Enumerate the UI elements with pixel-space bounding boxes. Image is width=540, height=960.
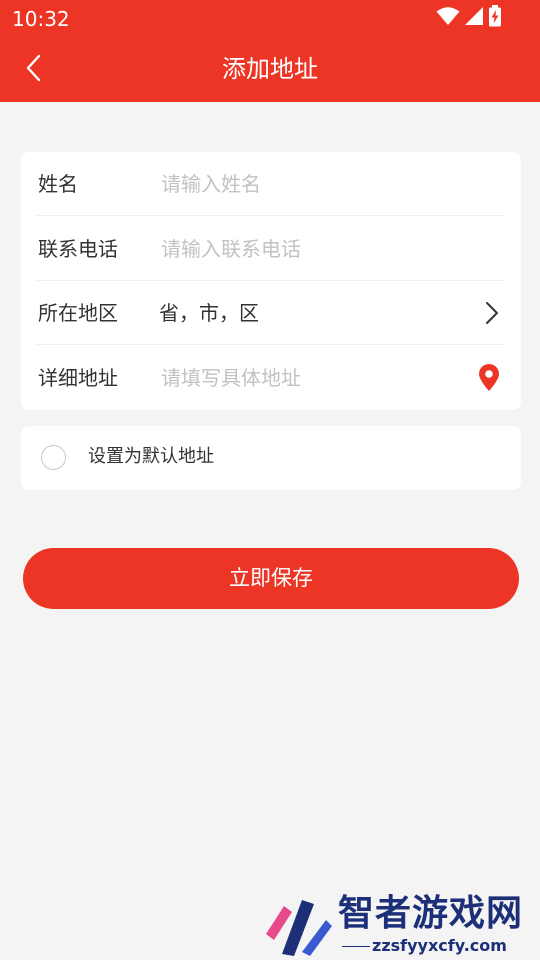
status-time: 10:32 [12,7,70,31]
name-label: 姓名 [38,172,78,196]
phone-row: 联系电话 [21,217,521,281]
name-row: 姓名 [21,152,521,216]
divider [37,215,505,216]
region-row[interactable]: 所在地区 省，市，区 [21,281,521,345]
detail-address-input[interactable] [161,360,451,396]
name-input[interactable] [161,166,461,202]
default-address-radio[interactable] [41,445,66,470]
chevron-right-icon[interactable] [479,301,503,325]
top-bar: 10:32 添加地址 [0,0,540,102]
battery-charging-icon [488,5,502,31]
watermark: 智者游戏网 zzsfyyxcfy.com [262,892,540,960]
region-label: 所在地区 [38,301,118,325]
default-address-toggle[interactable]: 设置为默认地址 [21,426,521,490]
cellular-signal-icon [464,6,484,30]
phone-label: 联系电话 [38,237,118,261]
address-form-card: 姓名 联系电话 所在地区 省，市，区 详细地址 [21,152,521,410]
wifi-icon [436,6,460,30]
status-icons [436,5,502,31]
page-title: 添加地址 [222,55,318,83]
watermark-name: 智者游戏网 [338,893,524,934]
watermark-line [342,946,370,947]
detail-address-row: 详细地址 [21,346,521,410]
divider [37,344,505,345]
watermark-url: zzsfyyxcfy.com [372,936,507,955]
save-button[interactable]: 立即保存 [23,548,519,609]
phone-input[interactable] [161,231,461,267]
watermark-logo-icon [262,894,332,958]
region-value: 省，市，区 [159,301,259,325]
detail-address-label: 详细地址 [38,366,118,390]
default-address-label: 设置为默认地址 [88,446,214,467]
location-pin-icon[interactable] [477,364,501,392]
